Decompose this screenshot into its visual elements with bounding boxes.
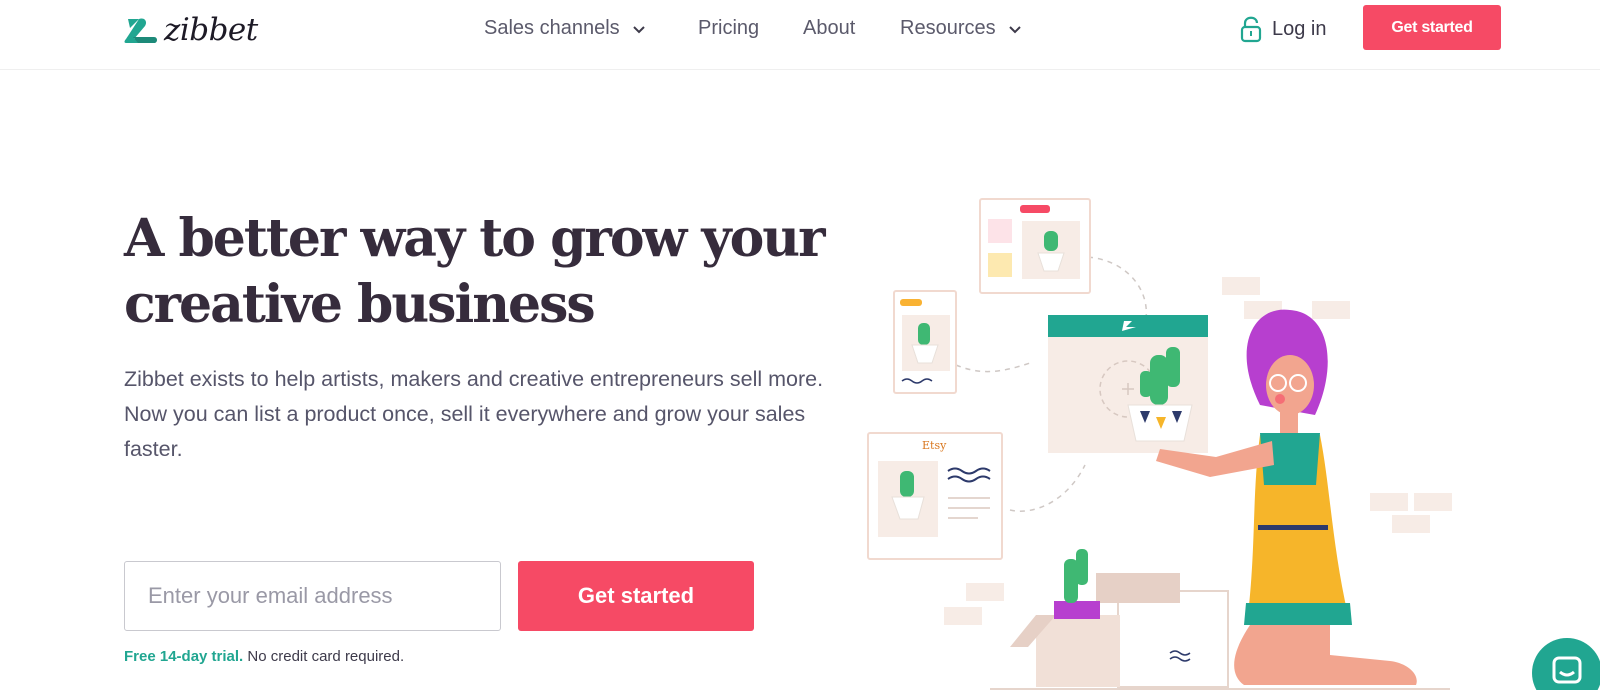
site-header: zibbet Sales channels Pricing About Reso… (0, 0, 1600, 70)
zibbet-logo[interactable]: zibbet (124, 12, 258, 48)
nav-label: About (803, 17, 856, 39)
shop-card-top (979, 198, 1091, 294)
etsy-card: Etsy (867, 432, 1003, 560)
lock-icon (1240, 16, 1262, 43)
chevron-down-icon (632, 26, 645, 34)
nav-resources[interactable]: Resources (900, 17, 1022, 40)
hero-get-started-button[interactable]: Get started (518, 561, 754, 631)
header-get-started-button[interactable]: Get started (1363, 5, 1501, 50)
etsy-label: Etsy (922, 439, 947, 452)
swan-icon (124, 18, 157, 43)
headline-line-1: A better way to grow your (124, 208, 826, 269)
chevron-down-icon (1008, 26, 1021, 34)
trial-note: Free 14-day trial. No credit card requir… (124, 648, 404, 665)
trial-note-text: No credit card required. (243, 648, 405, 665)
free-trial-link[interactable]: Free 14-day trial. (124, 648, 243, 665)
hero-illustration: Etsy (867, 198, 1452, 690)
email-input[interactable] (124, 561, 501, 631)
login-link[interactable]: Log in (1240, 15, 1327, 43)
chat-icon (1552, 656, 1582, 684)
shop-card-phone (893, 290, 957, 394)
nav-label: Pricing (698, 17, 760, 39)
hero-headline: A better way to grow your creative busin… (124, 206, 826, 338)
chat-widget-button[interactable] (1532, 638, 1600, 690)
nav-label: Sales channels (484, 17, 620, 39)
nav-pricing[interactable]: Pricing (698, 17, 759, 40)
hero-subtext: Zibbet exists to help artists, makers an… (124, 367, 824, 461)
login-label: Log in (1272, 17, 1327, 40)
headline-line-2: creative business (124, 274, 596, 335)
nav-about[interactable]: About (803, 17, 855, 40)
nav-label: Resources (900, 17, 996, 39)
logo-text: zibbet (164, 12, 258, 48)
nav-sales-channels[interactable]: Sales channels (484, 17, 646, 40)
